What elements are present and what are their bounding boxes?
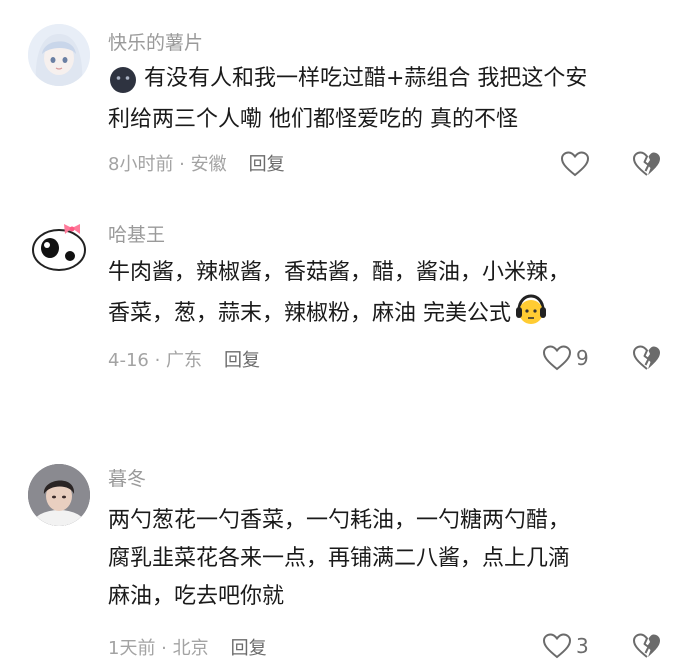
comment-line: 利给两三个人嘞 他们都怪爱吃的 真的不怪: [108, 107, 518, 132]
username[interactable]: 暮冬: [108, 464, 146, 491]
comment-line: 牛肉酱，辣椒酱，香菇酱，醋，酱油，小米辣，: [108, 260, 571, 285]
comment-text: 有没有人和我一样吃过醋+蒜组合 我把这个安 利给两三个人嘞 他们都怪爱吃的 真的…: [108, 60, 668, 139]
anime-avatar-icon: [28, 24, 90, 86]
comment-item: 哈基王 牛肉酱，辣椒酱，香菇酱，醋，酱油，小米辣， 香菜，葱，蒜末，辣椒粉，麻油…: [0, 190, 690, 430]
comment-line: 有没有人和我一样吃过醋+蒜组合 我把这个安: [144, 66, 588, 91]
like-count: 3: [576, 634, 589, 658]
broken-heart-icon[interactable]: [632, 632, 662, 660]
headphone-face-emoji-icon: [513, 292, 549, 328]
reply-button[interactable]: 回复: [231, 638, 267, 659]
cartoon-cat-avatar-icon: [28, 214, 90, 276]
comment-meta: 8小时前 · 安徽 回复: [108, 150, 285, 176]
broken-heart-icon[interactable]: [632, 344, 662, 372]
reply-button[interactable]: 回复: [249, 154, 285, 175]
avatar[interactable]: [28, 464, 90, 526]
reply-button[interactable]: 回复: [224, 350, 260, 371]
avatar[interactable]: [28, 214, 90, 276]
heart-icon: [560, 151, 590, 177]
comment-text: 两勺葱花一勺香菜，一勺耗油，一勺糖两勺醋， 腐乳韭菜花各来一点，再铺满二八酱，点…: [108, 502, 668, 616]
black-face-emoji-icon: [108, 65, 144, 101]
comment-meta: 1天前 · 北京 回复: [108, 634, 267, 660]
heart-icon: [542, 345, 572, 371]
username[interactable]: 哈基王: [108, 220, 165, 247]
like-button[interactable]: 3: [542, 632, 589, 660]
timestamp-location: 8小时前 · 安徽: [108, 154, 227, 175]
comment-line: 香菜，葱，蒜末，辣椒粉，麻油 完美公式: [108, 301, 511, 326]
timestamp-location: 1天前 · 北京: [108, 638, 209, 659]
person-photo-avatar-icon: [28, 464, 90, 526]
timestamp-location: 4-16 · 广东: [108, 350, 203, 371]
comment-item: 快乐的薯片 有没有人和我一样吃过醋+蒜组合 我把这个安 利给两三个人嘞 他们都怪…: [0, 0, 690, 190]
comment-line: 两勺葱花一勺香菜，一勺耗油，一勺糖两勺醋，: [108, 508, 571, 533]
broken-heart-icon[interactable]: [632, 150, 662, 178]
like-count: 9: [576, 346, 589, 370]
comment-item: 暮冬 两勺葱花一勺香菜，一勺耗油，一勺糖两勺醋， 腐乳韭菜花各来一点，再铺满二八…: [0, 430, 690, 670]
heart-icon: [542, 633, 572, 659]
username[interactable]: 快乐的薯片: [108, 28, 203, 55]
comment-text: 牛肉酱，辣椒酱，香菇酱，醋，酱油，小米辣， 香菜，葱，蒜末，辣椒粉，麻油 完美公…: [108, 254, 668, 333]
avatar[interactable]: [28, 24, 90, 86]
comment-meta: 4-16 · 广东 回复: [108, 346, 260, 372]
like-button[interactable]: 9: [542, 344, 589, 372]
like-button[interactable]: [560, 150, 594, 178]
comment-line: 腐乳韭菜花各来一点，再铺满二八酱，点上几滴: [108, 546, 571, 571]
comment-line: 麻油，吃去吧你就: [108, 584, 285, 609]
